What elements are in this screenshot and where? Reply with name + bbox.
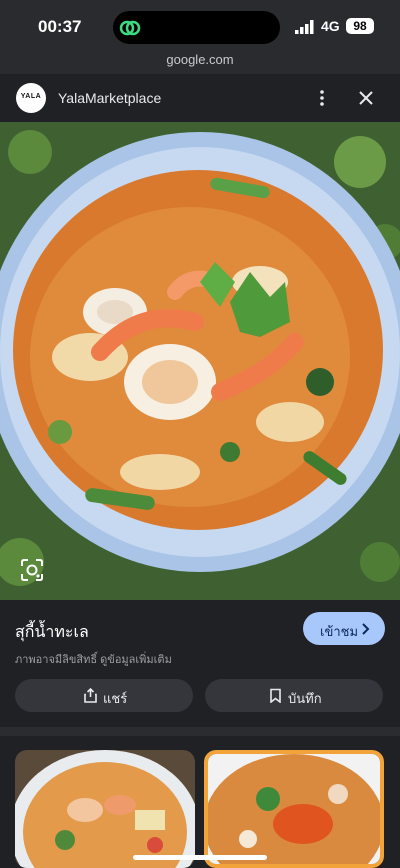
visit-button[interactable]: เข้าชม (303, 612, 385, 645)
more-vert-icon[interactable] (312, 88, 332, 108)
source-header: YALA YalaMarketplace (0, 74, 400, 122)
network-type: 4G (321, 18, 340, 34)
site-logo-text: YALA (20, 93, 42, 100)
divider (0, 727, 400, 736)
related-image-1-photo (15, 750, 195, 868)
share-button[interactable]: แชร์ (15, 679, 193, 712)
bookmark-icon (270, 688, 281, 703)
google-lens-icon[interactable] (18, 556, 46, 584)
site-logo[interactable]: YALA (16, 83, 46, 113)
home-indicator[interactable] (133, 855, 267, 860)
site-name[interactable]: YalaMarketplace (58, 90, 161, 106)
share-label: แชร์ (103, 691, 128, 706)
seafood-suki-photo (0, 122, 400, 600)
signal-icon (295, 20, 314, 34)
status-bar: 00:37 4G 98 (0, 0, 400, 52)
result-image[interactable] (0, 122, 400, 600)
chevron-right-icon (362, 623, 370, 635)
google-app-icon (119, 20, 141, 36)
share-icon (84, 688, 97, 703)
url-bar[interactable]: google.com (0, 52, 400, 74)
related-image-2-photo (208, 754, 380, 864)
result-title[interactable]: สุกี้น้ำทะเล (15, 620, 89, 645)
related-image-1[interactable] (15, 750, 195, 868)
related-image-2-selected[interactable] (204, 750, 384, 868)
copyright-note[interactable]: ภาพอาจมีลิขสิทธิ์ ดูข้อมูลเพิ่มเติม (15, 650, 172, 668)
save-label: บันทึก (288, 691, 322, 706)
visit-label: เข้าชม (320, 624, 359, 639)
save-button[interactable]: บันทึก (205, 679, 383, 712)
close-icon[interactable] (356, 88, 376, 108)
battery-level: 98 (346, 18, 374, 34)
clock: 00:37 (38, 17, 82, 36)
url-domain: google.com (166, 52, 234, 67)
